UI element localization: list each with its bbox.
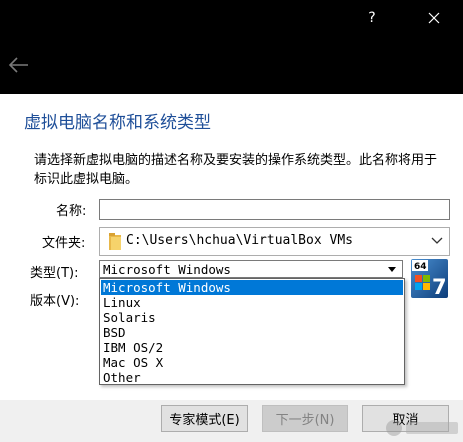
title-bar: ? (0, 0, 463, 36)
name-input[interactable] (99, 199, 450, 220)
back-arrow-icon[interactable] (8, 57, 30, 73)
type-label: 类型(T): (30, 266, 79, 281)
type-selected-value: Microsoft Windows (103, 262, 231, 277)
chevron-down-icon[interactable] (431, 237, 443, 245)
page-description: 请选择新虚拟电脑的描述名称及要安装的操作系统类型。此名称将用于标识此虚拟电脑。 (34, 153, 438, 187)
badge-64-text: 64 (414, 262, 427, 272)
version-label: 版本(V): (30, 294, 80, 309)
watermark-logo (386, 420, 458, 436)
folder-icon (109, 233, 121, 250)
folder-combobox[interactable]: C:\Users\hchua\VirtualBox VMs (99, 227, 450, 256)
help-button[interactable]: ? (349, 0, 395, 36)
type-option-solaris[interactable]: Solaris (101, 310, 403, 325)
dropdown-arrow-icon[interactable] (388, 267, 396, 272)
help-icon: ? (368, 10, 376, 26)
badge-7-text: 7 (432, 275, 447, 298)
wizard-header (0, 36, 463, 94)
type-option-bsd[interactable]: BSD (101, 325, 403, 340)
expert-mode-button[interactable]: 专家模式(E) (161, 405, 248, 432)
type-option-mac-os-x[interactable]: Mac OS X (101, 355, 403, 370)
close-icon (428, 12, 440, 24)
page-title: 虚拟电脑名称和系统类型 (24, 113, 211, 133)
type-option-other[interactable]: Other (101, 370, 403, 385)
windows-7-64-icon: 64 7 (411, 259, 448, 298)
type-option-microsoft-windows[interactable]: Microsoft Windows (101, 280, 403, 295)
dialog-content: 虚拟电脑名称和系统类型 请选择新虚拟电脑的描述名称及要安装的操作系统类型。此名称… (0, 94, 463, 400)
folder-label: 文件夹: (42, 236, 86, 251)
type-option-linux[interactable]: Linux (101, 295, 403, 310)
type-option-ibm-os2[interactable]: IBM OS/2 (101, 340, 403, 355)
folder-path-text: C:\Users\hchua\VirtualBox VMs (126, 233, 353, 248)
close-button[interactable] (411, 0, 457, 36)
type-select[interactable]: Microsoft Windows (99, 260, 403, 278)
next-button[interactable]: 下一步(N) (262, 405, 348, 432)
name-label: 名称: (56, 204, 87, 219)
type-dropdown-list: Microsoft Windows Linux Solaris BSD IBM … (99, 278, 405, 385)
